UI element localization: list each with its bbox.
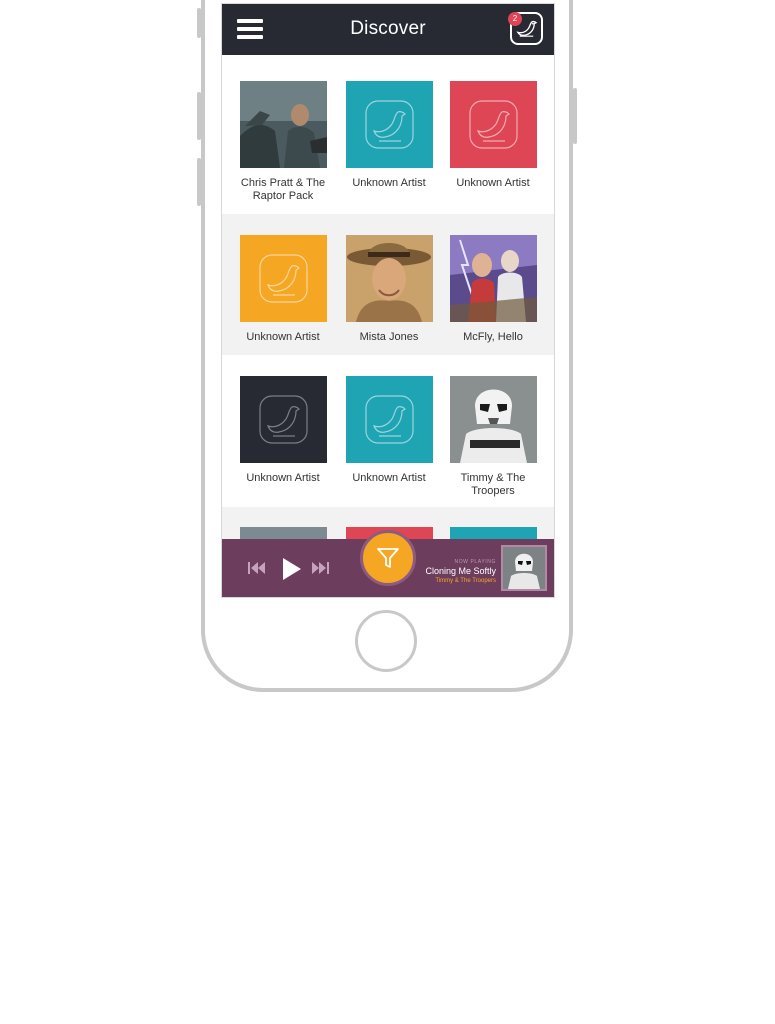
- artist-name: Unknown Artist: [246, 331, 320, 343]
- grid-row: Chris Pratt & The Raptor Pack Unknown Ar…: [222, 55, 554, 214]
- song-title: Cloning Me Softly: [425, 566, 496, 576]
- placeholder-art: [346, 376, 433, 463]
- artist-name: Unknown Artist: [456, 177, 530, 189]
- app-screen: Discover 2 Chris Pratt & The Raptor Pack…: [221, 3, 555, 598]
- artist-tile[interactable]: Unknown Artist: [346, 81, 433, 190]
- artist-name: Unknown Artist: [352, 177, 426, 189]
- artist-name: Mista Jones: [359, 331, 419, 343]
- artist-name: Timmy & The Troopers: [460, 472, 526, 497]
- artist-tile[interactable]: Mista Jones: [346, 235, 433, 344]
- artist-tile[interactable]: Unknown Artist: [240, 376, 327, 485]
- filter-funnel-icon: [377, 548, 399, 568]
- now-playing-label: NOW PLAYING: [454, 559, 496, 565]
- artist-tile[interactable]: Timmy & The Troopers: [450, 376, 537, 498]
- previous-track-icon[interactable]: [248, 561, 266, 575]
- filter-button[interactable]: [360, 530, 416, 586]
- artist-tile[interactable]: Unknown Artist: [346, 376, 433, 485]
- grid-row: Unknown Artist Mista Jones McFly, Hello: [222, 214, 554, 355]
- artist-name: Unknown Artist: [246, 472, 320, 484]
- page-title: Discover: [350, 18, 426, 39]
- placeholder-art: [450, 81, 537, 168]
- grid-row: Unknown Artist Unknown Artist Timmy & Th…: [222, 355, 554, 507]
- now-playing-thumbnail[interactable]: [501, 545, 547, 591]
- notification-badge: 2: [508, 12, 522, 26]
- artist-name: Unknown Artist: [352, 472, 426, 484]
- artist-grid: Chris Pratt & The Raptor Pack Unknown Ar…: [222, 55, 554, 567]
- album-art-photo: [450, 376, 537, 463]
- placeholder-art: [240, 376, 327, 463]
- artist-name: McFly, Hello: [463, 331, 523, 343]
- home-button[interactable]: [355, 610, 417, 672]
- album-art-photo: [240, 81, 327, 168]
- album-art-photo: [346, 235, 433, 322]
- artist-tile[interactable]: McFly, Hello: [450, 235, 537, 344]
- bird-placeholder-icon: [365, 395, 414, 444]
- placeholder-art: [240, 235, 327, 322]
- bird-placeholder-icon: [469, 100, 518, 149]
- top-bar: Discover 2: [222, 4, 554, 55]
- bird-placeholder-icon: [259, 395, 308, 444]
- album-art-photo: [450, 235, 537, 322]
- artist-tile[interactable]: Chris Pratt & The Raptor Pack: [240, 81, 327, 203]
- power-button: [573, 88, 577, 144]
- song-artist: Timmy & The Troopers: [435, 578, 496, 584]
- bird-placeholder-icon: [259, 254, 308, 303]
- bird-placeholder-icon: [365, 100, 414, 149]
- placeholder-art: [346, 81, 433, 168]
- artist-name: Chris Pratt & The Raptor Pack: [240, 177, 326, 202]
- next-track-icon[interactable]: [311, 561, 329, 575]
- play-icon[interactable]: [281, 557, 303, 581]
- artist-tile[interactable]: Unknown Artist: [240, 235, 327, 344]
- artist-tile[interactable]: Unknown Artist: [450, 81, 537, 190]
- now-playing-bar: NOW PLAYING Cloning Me Softly Timmy & Th…: [222, 530, 554, 597]
